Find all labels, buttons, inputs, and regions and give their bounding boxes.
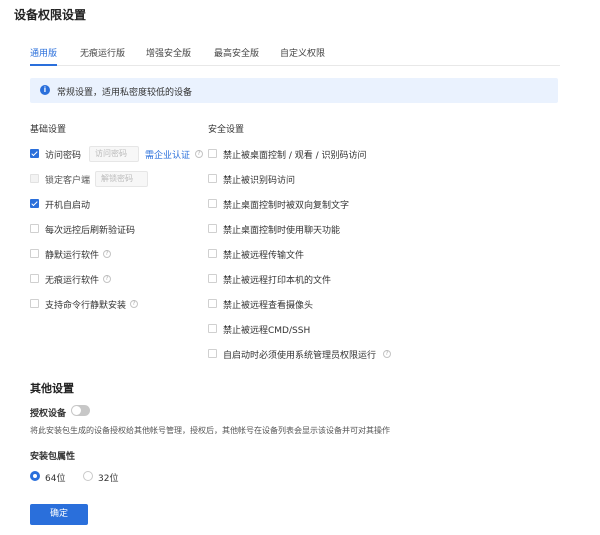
- security-item-3-checkbox[interactable]: [208, 224, 217, 233]
- security-item-6-label: 禁止被远程查看摄像头: [223, 301, 314, 311]
- tab-general[interactable]: 通用版: [30, 46, 58, 66]
- radio-64bit-circle[interactable]: [30, 471, 40, 481]
- lock-client-label: 锁定客户端: [45, 176, 91, 186]
- security-item-0-label: 禁止被桌面控制 / 观看 / 识别码访问: [223, 151, 367, 161]
- toggle-knob: [72, 406, 81, 415]
- page-title: 设备权限设置: [14, 8, 87, 22]
- confirm-button[interactable]: 确定: [30, 504, 88, 525]
- notice-text: 常规设置，适用私密度较低的设备: [57, 88, 193, 98]
- silent-run-label: 静默运行软件: [45, 251, 100, 261]
- security-item-5-label: 禁止被远程打印本机的文件: [223, 276, 332, 286]
- info-icon: i: [40, 85, 50, 95]
- security-item-8-label: 自启动时必须使用系统管理员权限运行: [223, 351, 377, 361]
- radio-64bit-label: 64位: [45, 474, 66, 484]
- tab-custom-permissions[interactable]: 自定义权限: [280, 46, 325, 59]
- authorize-device-toggle[interactable]: [71, 405, 90, 416]
- access-password-label: 访问密码: [45, 151, 82, 161]
- cli-silent-install-checkbox[interactable]: [30, 299, 39, 308]
- security-item-3-label: 禁止桌面控制时使用聊天功能: [223, 226, 341, 236]
- tab-highest-security[interactable]: 最高安全版: [214, 46, 259, 59]
- refresh-code-label: 每次远控后刷新验证码: [45, 226, 136, 236]
- silent-run-checkbox[interactable]: [30, 249, 39, 258]
- help-icon[interactable]: ?: [103, 250, 111, 258]
- help-icon[interactable]: ?: [383, 350, 391, 358]
- active-tab-indicator: [30, 64, 58, 66]
- basic-settings-title: 基础设置: [30, 125, 67, 135]
- access-password-checkbox[interactable]: [30, 149, 39, 158]
- security-item-2-label: 禁止桌面控制时被双向复制文字: [223, 201, 350, 211]
- security-item-8-checkbox[interactable]: [208, 349, 217, 358]
- security-settings-title: 安全设置: [208, 125, 245, 135]
- tab-bar: 通用版 无痕运行版 增强安全版 最高安全版 自定义权限: [30, 44, 560, 66]
- cli-silent-install-label: 支持命令行静默安装: [45, 301, 127, 311]
- unlock-password-input[interactable]: 解锁密码: [95, 171, 148, 187]
- radio-32bit-circle[interactable]: [83, 471, 93, 481]
- security-item-6-checkbox[interactable]: [208, 299, 217, 308]
- autostart-label: 开机自启动: [45, 201, 91, 211]
- tab-label: 通用版: [30, 49, 58, 59]
- enterprise-auth-link[interactable]: 需企业认证: [145, 148, 190, 161]
- refresh-code-checkbox[interactable]: [30, 224, 39, 233]
- security-item-1-checkbox[interactable]: [208, 174, 217, 183]
- radio-32bit-label: 32位: [98, 474, 119, 484]
- authorize-device-label: 授权设备: [30, 409, 67, 419]
- traceless-run-label: 无痕运行软件: [45, 276, 100, 286]
- help-icon[interactable]: ?: [103, 275, 111, 283]
- other-settings-title: 其他设置: [30, 382, 74, 395]
- tab-traceless[interactable]: 无痕运行版: [80, 46, 125, 59]
- security-item-7-label: 禁止被远程CMD/SSH: [223, 326, 311, 336]
- security-item-7-checkbox[interactable]: [208, 324, 217, 333]
- security-item-4-checkbox[interactable]: [208, 249, 217, 258]
- traceless-run-checkbox[interactable]: [30, 274, 39, 283]
- help-icon[interactable]: ?: [195, 150, 203, 158]
- security-item-2-checkbox[interactable]: [208, 199, 217, 208]
- info-notice: i 常规设置，适用私密度较低的设备: [30, 78, 558, 103]
- lock-client-checkbox[interactable]: [30, 174, 39, 183]
- security-item-0-checkbox[interactable]: [208, 149, 217, 158]
- tab-enhanced-security[interactable]: 增强安全版: [146, 46, 191, 59]
- security-item-1-label: 禁止被识别码访问: [223, 176, 296, 186]
- security-item-5-checkbox[interactable]: [208, 274, 217, 283]
- package-attribute-label: 安装包属性: [30, 452, 76, 462]
- security-item-4-label: 禁止被远程传输文件: [223, 251, 305, 261]
- authorize-description: 将此安装包生成的设备授权给其他帐号管理，授权后，其他帐号在设备列表会显示该设备并…: [30, 426, 390, 435]
- help-icon[interactable]: ?: [130, 300, 138, 308]
- autostart-checkbox[interactable]: [30, 199, 39, 208]
- access-password-input[interactable]: 访问密码: [89, 146, 139, 162]
